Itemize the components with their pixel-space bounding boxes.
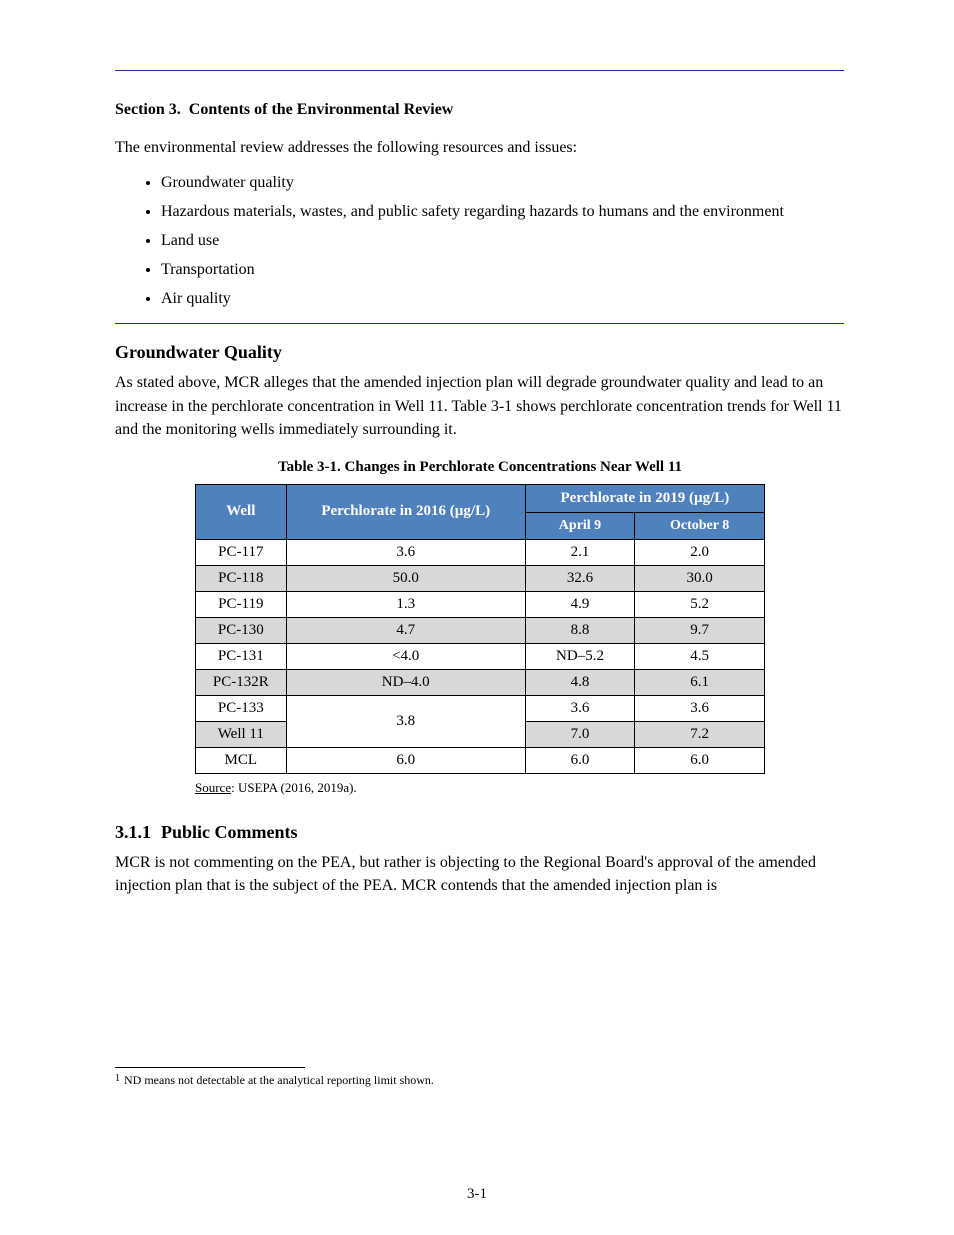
cell: Well 11 xyxy=(196,721,287,747)
cell: PC-119 xyxy=(196,591,287,617)
intro-text: The environmental review addresses the f… xyxy=(115,137,844,159)
footnote-number: 1 xyxy=(115,1072,120,1088)
cell: <4.0 xyxy=(286,643,525,669)
cell: 2.0 xyxy=(635,539,765,565)
cell: 7.0 xyxy=(525,721,634,747)
table-source: Source: USEPA (2016, 2019a). xyxy=(195,780,765,796)
table-source-text: : USEPA (2016, 2019a). xyxy=(231,780,357,795)
cell: PC-131 xyxy=(196,643,287,669)
list-item: Air quality xyxy=(161,287,844,312)
cell: 5.2 xyxy=(635,591,765,617)
cell: PC-132R xyxy=(196,669,287,695)
cell: PC-117 xyxy=(196,539,287,565)
section-label: Section 3. xyxy=(115,101,181,119)
cell: 50.0 xyxy=(286,565,525,591)
cell: PC-130 xyxy=(196,617,287,643)
th-oct: October 8 xyxy=(635,512,765,539)
cell: 9.7 xyxy=(635,617,765,643)
cell: 4.7 xyxy=(286,617,525,643)
th-well: Well xyxy=(196,484,287,539)
th-apr: April 9 xyxy=(525,512,634,539)
section-title: Contents of the Environmental Review xyxy=(189,101,454,119)
cell: ND–4.0 xyxy=(286,669,525,695)
perchlorate-table: Well Perchlorate in 2016 (µg/L) Perchlor… xyxy=(195,484,765,774)
cell: 6.0 xyxy=(525,747,634,773)
cell: PC-133 xyxy=(196,695,287,721)
cell: ND–5.2 xyxy=(525,643,634,669)
cell: 7.2 xyxy=(635,721,765,747)
list-item: Groundwater quality xyxy=(161,171,844,196)
section-heading: Section 3. Contents of the Environmental… xyxy=(115,101,844,119)
cell: MCL xyxy=(196,747,287,773)
heading-number: 3.1.1 xyxy=(115,822,151,843)
th-2019: Perchlorate in 2019 (µg/L) xyxy=(525,484,764,512)
table-source-label: Source xyxy=(195,780,231,795)
list-item: Transportation xyxy=(161,258,844,283)
cell: 6.0 xyxy=(286,747,525,773)
cell: 1.3 xyxy=(286,591,525,617)
cell: 6.0 xyxy=(635,747,765,773)
cell: 3.6 xyxy=(635,695,765,721)
footnote: 1 ND means not detectable at the analyti… xyxy=(115,1072,844,1088)
page-number: 3-1 xyxy=(0,1186,954,1203)
contents-list: Groundwater quality Hazardous materials,… xyxy=(115,171,844,311)
cell: 3.8 xyxy=(286,695,525,747)
cell: 4.5 xyxy=(635,643,765,669)
heading-title: Public Comments xyxy=(161,822,298,843)
body-paragraph: As stated above, MCR alleges that the am… xyxy=(115,371,844,441)
cell: 30.0 xyxy=(635,565,765,591)
cell: 2.1 xyxy=(525,539,634,565)
cell: 4.8 xyxy=(525,669,634,695)
cell: 6.1 xyxy=(635,669,765,695)
cell: 3.6 xyxy=(525,695,634,721)
footnote-rule xyxy=(115,1067,305,1068)
list-item: Land use xyxy=(161,229,844,254)
footnote-text: ND means not detectable at the analytica… xyxy=(124,1072,434,1088)
cell: 3.6 xyxy=(286,539,525,565)
top-rule xyxy=(115,70,844,71)
th-2016: Perchlorate in 2016 (µg/L) xyxy=(286,484,525,539)
table-wrapper: Table 3-1. Changes in Perchlorate Concen… xyxy=(195,459,765,796)
subsection-title: Groundwater Quality xyxy=(115,342,844,363)
cell: 8.8 xyxy=(525,617,634,643)
footnote-area: 1 ND means not detectable at the analyti… xyxy=(115,1067,844,1088)
list-item: Hazardous materials, wastes, and public … xyxy=(161,200,844,225)
body-paragraph: MCR is not commenting on the PEA, but ra… xyxy=(115,851,844,897)
numbered-heading: 3.1.1 Public Comments xyxy=(115,822,844,843)
mid-rule xyxy=(115,323,844,324)
cell: 32.6 xyxy=(525,565,634,591)
cell: PC-118 xyxy=(196,565,287,591)
cell: 4.9 xyxy=(525,591,634,617)
table-caption: Table 3-1. Changes in Perchlorate Concen… xyxy=(195,459,765,476)
